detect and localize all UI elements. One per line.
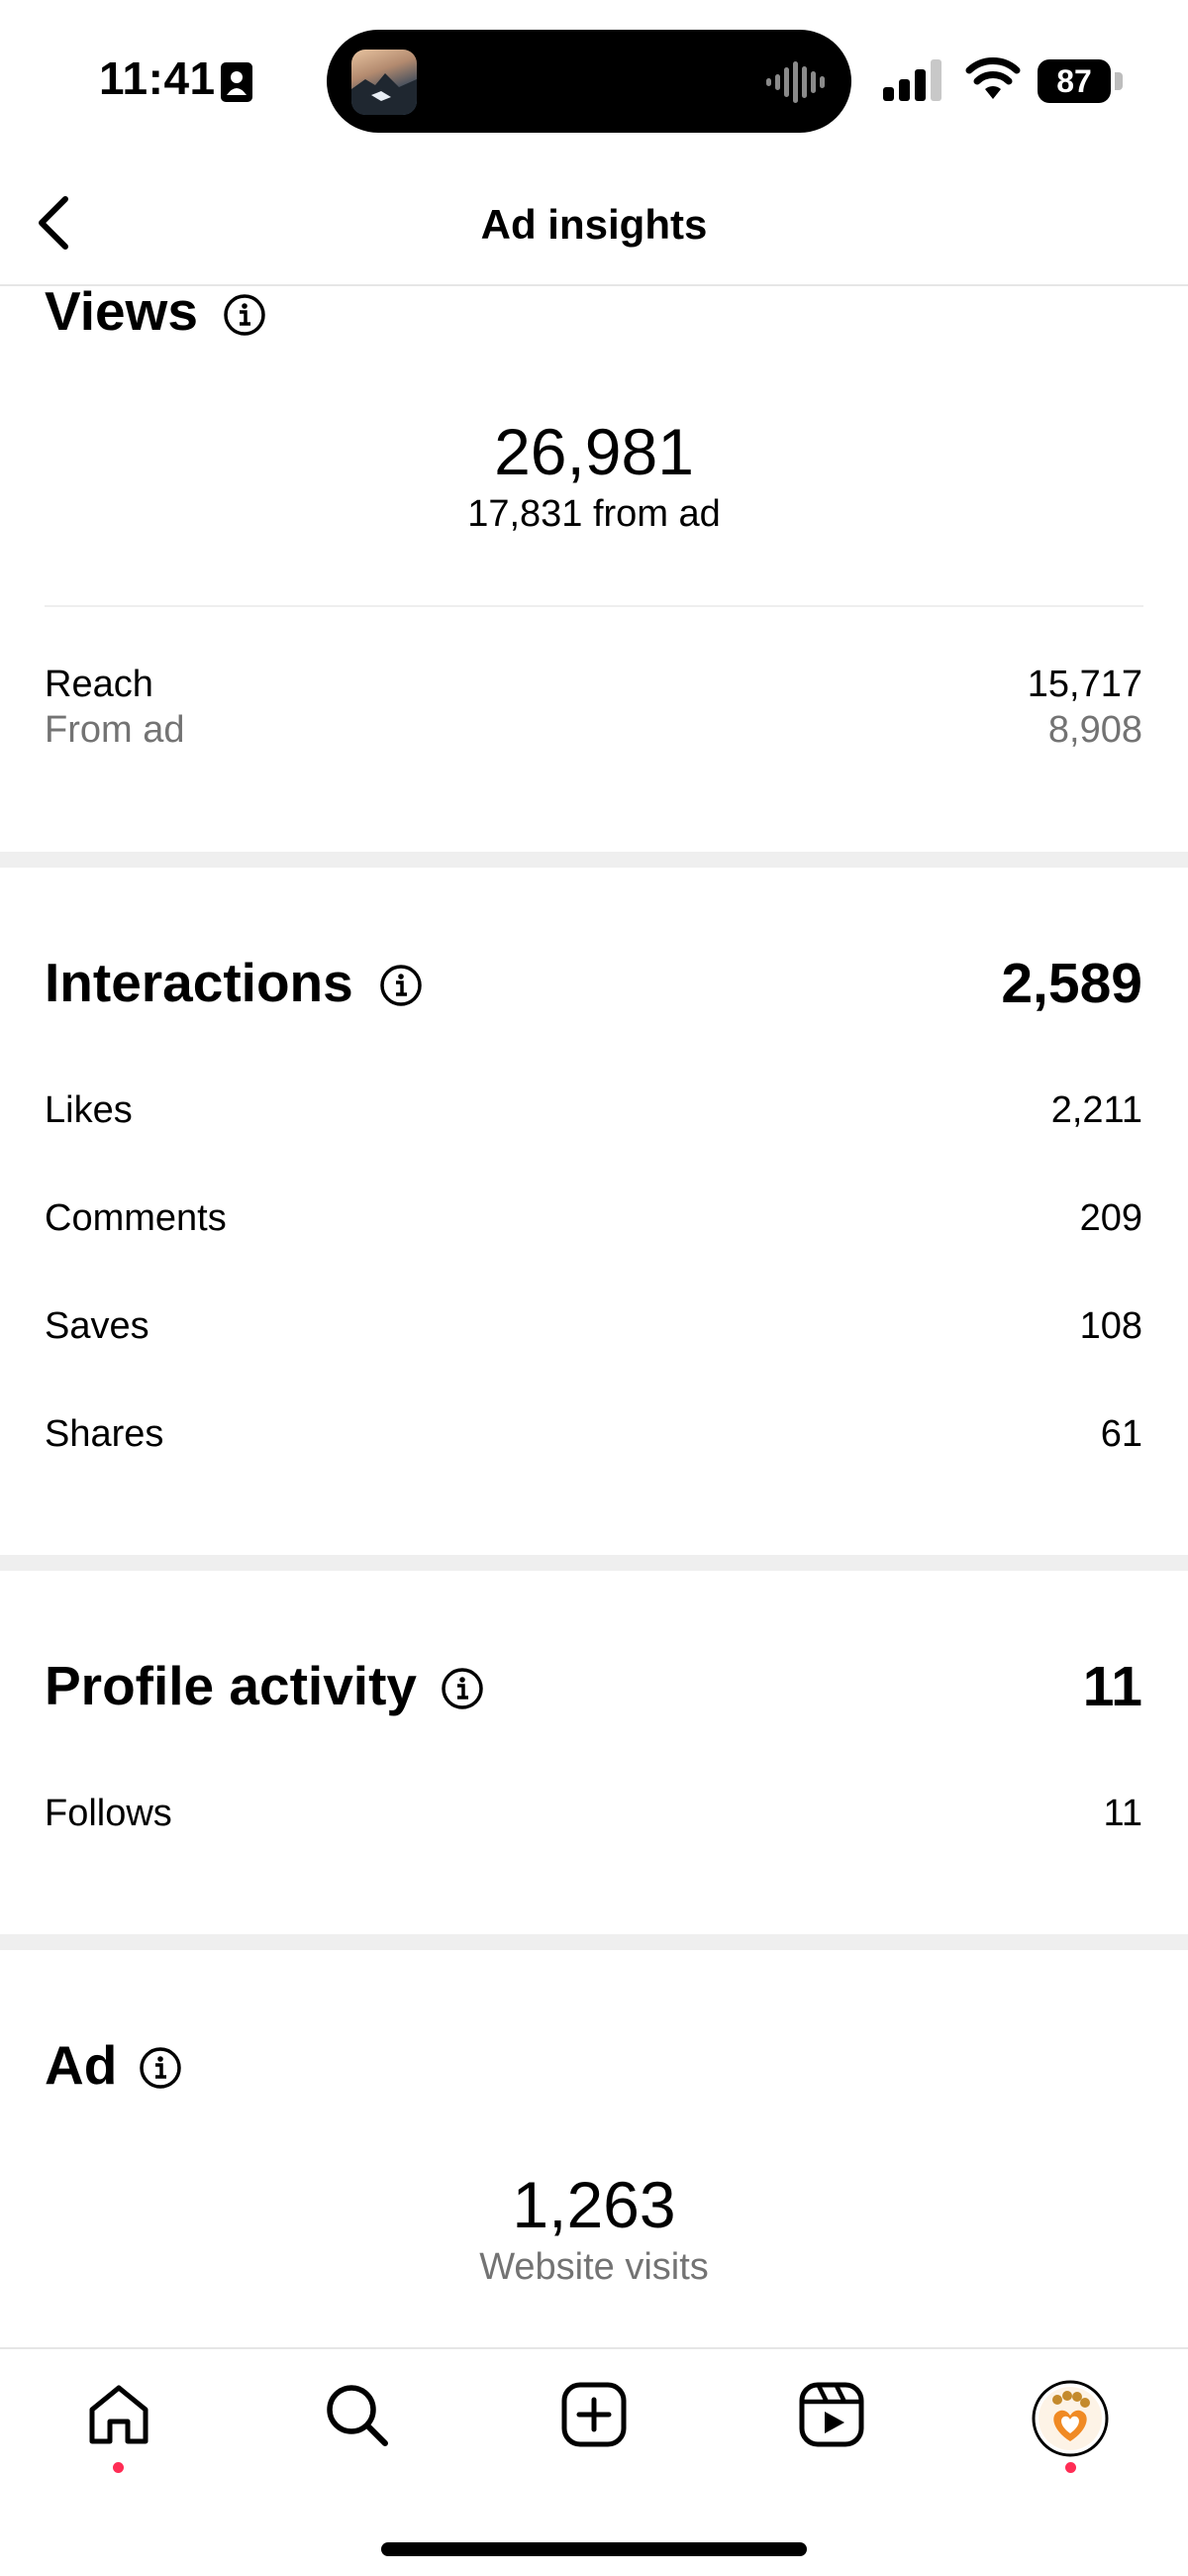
section-separator	[0, 852, 1188, 868]
saves-label: Saves	[45, 1305, 149, 1347]
cellular-signal-icon	[883, 59, 941, 101]
home-icon[interactable]	[84, 2380, 153, 2449]
page-title: Ad insights	[480, 201, 708, 248]
comments-label: Comments	[45, 1197, 227, 1239]
id-card-icon	[221, 62, 252, 102]
nav-divider	[0, 2347, 1188, 2349]
website-visits-label: Website visits	[479, 2246, 709, 2288]
status-time: 11:41	[99, 52, 216, 104]
info-icon[interactable]	[379, 964, 423, 1007]
follows-label: Follows	[45, 1793, 172, 1834]
shares-value: 61	[1100, 1413, 1142, 1455]
ad-title: Ad	[45, 2034, 118, 2096]
profile-activity-total: 11	[1082, 1655, 1142, 1718]
views-from-ad: 17,831 from ad	[467, 493, 721, 535]
views-total: 26,981	[494, 415, 694, 488]
profile-activity-title: Profile activity	[45, 1655, 417, 1716]
section-separator	[0, 1934, 1188, 1950]
reels-icon[interactable]	[797, 2380, 866, 2449]
interactions-total: 2,589	[1001, 952, 1142, 1015]
likes-label: Likes	[45, 1089, 133, 1131]
home-indicator	[381, 2542, 807, 2556]
info-icon[interactable]	[223, 293, 266, 337]
reach-label: Reach	[45, 664, 153, 705]
battery-level: 87	[1038, 59, 1111, 103]
landscape-art-icon	[351, 73, 417, 115]
shares-label: Shares	[45, 1413, 164, 1455]
home-notification-dot	[113, 2462, 124, 2473]
wifi-icon	[965, 57, 1021, 99]
reach-from-ad-value: 8,908	[1047, 709, 1142, 751]
profile-notification-dot	[1065, 2462, 1076, 2473]
info-icon[interactable]	[441, 1667, 484, 1710]
website-visits-value: 1,263	[512, 2168, 676, 2241]
battery-indicator: 87	[1038, 59, 1123, 103]
now-playing-thumbnail[interactable]	[351, 50, 417, 115]
reach-from-ad-label: From ad	[45, 709, 185, 751]
audio-waveform-icon	[766, 61, 825, 103]
saves-value: 108	[1079, 1305, 1142, 1347]
interactions-title: Interactions	[45, 952, 353, 1013]
battery-cap	[1115, 72, 1123, 90]
likes-value: 2,211	[1050, 1089, 1142, 1131]
create-icon[interactable]	[559, 2380, 629, 2449]
profile-avatar[interactable]	[1032, 2380, 1109, 2457]
views-title: Views	[45, 280, 198, 342]
comments-value: 209	[1079, 1197, 1142, 1239]
section-separator	[0, 1555, 1188, 1571]
reach-value: 15,717	[1027, 664, 1142, 705]
follows-value: 11	[1103, 1793, 1142, 1834]
search-icon[interactable]	[322, 2380, 391, 2449]
info-icon[interactable]	[139, 2046, 182, 2090]
views-divider	[45, 605, 1143, 607]
